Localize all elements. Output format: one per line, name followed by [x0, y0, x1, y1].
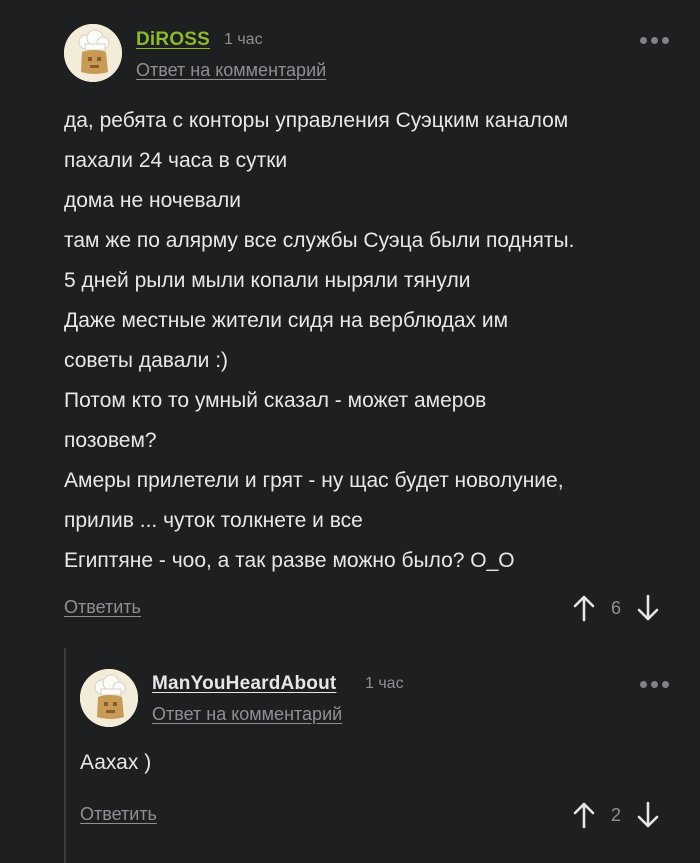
- comment-line: советы давали :): [64, 349, 229, 372]
- chef-hat-avatar-icon: [80, 669, 138, 727]
- comment: DiROSS 1 час Ответ на комментарий да, ре…: [0, 0, 700, 640]
- arrow-up-icon[interactable]: [572, 801, 596, 829]
- comment-line: Амеры прилетели и грят - ну щас будет но…: [64, 469, 564, 492]
- arrow-down-icon[interactable]: [636, 801, 660, 829]
- answer-button[interactable]: Ответить: [80, 804, 157, 825]
- comment-line: прилив ... чуток толкнете и все: [64, 509, 363, 532]
- rating-controls: 6: [572, 594, 660, 622]
- rating-controls: 2: [572, 801, 660, 829]
- reply-to-comment-link[interactable]: Ответ на комментарий: [152, 704, 342, 725]
- user-avatar[interactable]: [64, 24, 122, 82]
- rating-value: 6: [610, 597, 621, 618]
- comment-line: Аахах ): [80, 751, 152, 774]
- comment-line: позовем?: [64, 429, 157, 452]
- comment-body: да, ребята с конторы управления Суэцким …: [64, 101, 684, 581]
- comment-line: Даже местные жители сидя на верблюдах им: [64, 309, 509, 332]
- comment-time: 1 час: [365, 675, 404, 692]
- comment-time: 1 час: [224, 31, 263, 48]
- arrow-up-icon[interactable]: [572, 594, 596, 622]
- comment-line: 5 дней рыли мыли копали ныряли тянули: [64, 269, 471, 292]
- rating-value: 2: [610, 804, 621, 825]
- comment-line: Египтяне - чоо, а так разве можно было? …: [64, 549, 515, 572]
- comment-line: дома не ночевали: [64, 189, 242, 212]
- answer-button[interactable]: Ответить: [64, 597, 141, 618]
- comment-reply: ManYouHeardAbout 1 час Ответ на коммента…: [0, 640, 700, 863]
- username-link[interactable]: DiROSS: [136, 29, 210, 51]
- comment-line: пахали 24 часа в сутки: [64, 149, 288, 172]
- reply-to-comment-link[interactable]: Ответ на комментарий: [136, 60, 326, 81]
- username-link[interactable]: ManYouHeardAbout: [152, 673, 336, 695]
- arrow-down-icon[interactable]: [636, 594, 660, 622]
- comment-line: там же по алярму все службы Суэца были п…: [64, 229, 575, 252]
- user-avatar[interactable]: [80, 669, 138, 727]
- comment-body: Аахах ): [80, 743, 660, 783]
- comment-line: Потом кто то умный сказал - может амеров: [64, 389, 487, 412]
- chef-hat-avatar-icon: [64, 24, 122, 82]
- comment-line: да, ребята с конторы управления Суэцким …: [64, 109, 569, 132]
- more-dots-icon[interactable]: [640, 37, 669, 44]
- more-dots-icon[interactable]: [640, 681, 669, 688]
- comments-page: DiROSS 1 час Ответ на комментарий да, ре…: [0, 0, 700, 863]
